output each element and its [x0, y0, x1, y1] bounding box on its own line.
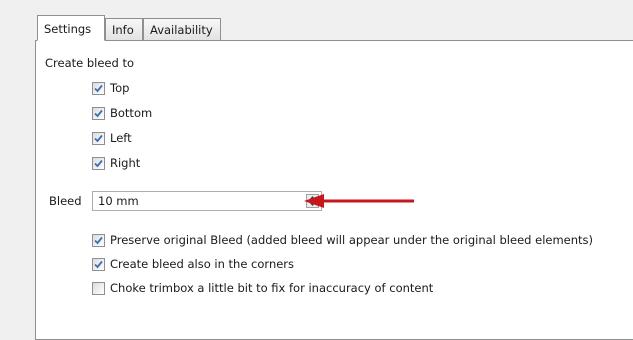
bleed-input[interactable]	[93, 192, 303, 210]
settings-panel: Create bleed to Top Bottom Left Right Bl…	[35, 40, 633, 340]
annotation-arrow-icon	[304, 194, 414, 208]
tab-availability-label: Availability	[150, 23, 213, 37]
checkbox-right-label: Right	[110, 156, 141, 170]
checkbox-corners-label: Create bleed also in the corners	[110, 257, 295, 271]
checkbox-left[interactable]: Left	[92, 131, 132, 145]
checkbox-top[interactable]: Top	[92, 81, 129, 95]
checkbox-bottom-label: Bottom	[110, 106, 153, 120]
checkbox-preserve-bleed[interactable]: Preserve original Bleed (added bleed wil…	[92, 233, 593, 247]
tab-settings-label: Settings	[44, 22, 92, 36]
checkmark-icon	[94, 159, 103, 167]
checkbox-top-box[interactable]	[92, 81, 105, 95]
tab-availability[interactable]: Availability	[143, 18, 221, 40]
checkmark-icon	[94, 236, 103, 244]
checkbox-corners-box[interactable]	[92, 257, 105, 271]
tab-info-label: Info	[112, 23, 134, 37]
checkbox-top-label: Top	[110, 81, 130, 95]
checkbox-left-label: Left	[110, 131, 132, 145]
tab-settings[interactable]: Settings	[37, 15, 105, 41]
checkbox-choke-trimbox-label: Choke trimbox a little bit to fix for in…	[110, 281, 434, 295]
checkmark-icon	[94, 134, 103, 142]
checkbox-left-box[interactable]	[92, 131, 105, 145]
checkbox-preserve-bleed-box[interactable]	[92, 233, 105, 247]
checkbox-preserve-bleed-label: Preserve original Bleed (added bleed wil…	[110, 233, 594, 247]
bleed-label: Bleed	[49, 194, 82, 208]
checkbox-corners[interactable]: Create bleed also in the corners	[92, 257, 294, 271]
checkbox-right[interactable]: Right	[92, 156, 140, 170]
checkmark-icon	[94, 84, 103, 92]
checkmark-icon	[94, 109, 103, 117]
checkbox-bottom-box[interactable]	[92, 106, 105, 120]
checkbox-right-box[interactable]	[92, 156, 105, 170]
checkbox-choke-trimbox[interactable]: Choke trimbox a little bit to fix for in…	[92, 281, 433, 295]
checkbox-bottom[interactable]: Bottom	[92, 106, 152, 120]
bleed-spinbox[interactable]	[92, 191, 322, 211]
checkmark-icon	[94, 260, 103, 268]
create-bleed-label: Create bleed to	[45, 56, 135, 70]
tab-info[interactable]: Info	[105, 18, 143, 40]
checkbox-choke-trimbox-box[interactable]	[92, 281, 105, 295]
